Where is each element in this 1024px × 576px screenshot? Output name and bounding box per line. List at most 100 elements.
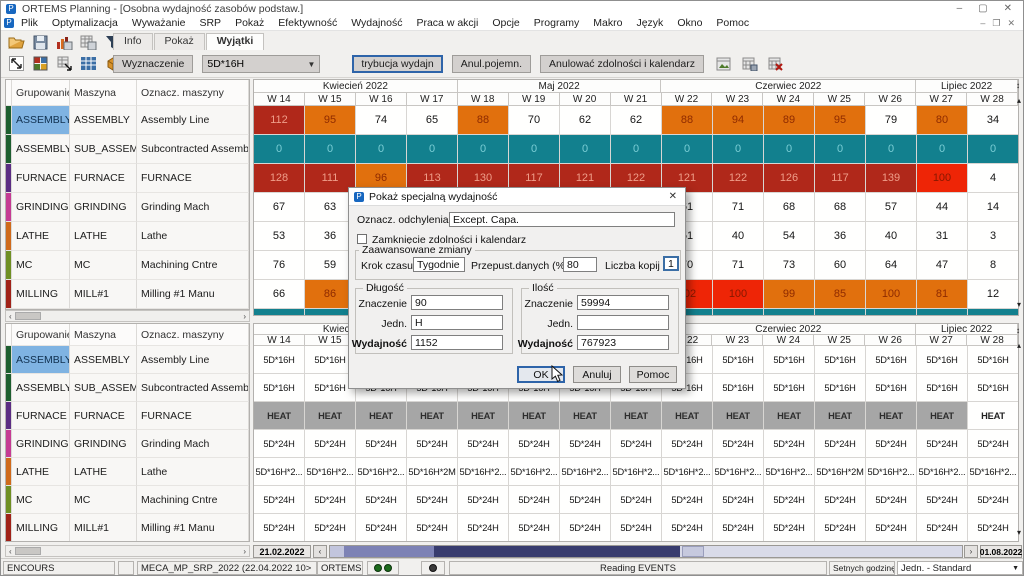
- capacity-cell[interactable]: 112: [254, 106, 305, 135]
- capacity-cell[interactable]: 0: [458, 135, 509, 164]
- calendar-cell[interactable]: 5D*16H*2...: [866, 458, 917, 486]
- mdi-restore-button[interactable]: ❐: [992, 18, 1000, 29]
- week-header[interactable]: W 19: [509, 93, 560, 106]
- machine-label-cell[interactable]: Lathe: [137, 458, 249, 486]
- anulowac-button[interactable]: Anulować zdolności i kalendarz: [540, 55, 704, 73]
- machine-label-cell[interactable]: Lathe: [137, 222, 249, 251]
- menu-item-opcje[interactable]: Opcje: [485, 17, 526, 29]
- calendar-cell[interactable]: HEAT: [254, 402, 305, 430]
- machine-label-cell[interactable]: Subcontracted Assembly: [137, 374, 249, 402]
- group-cell[interactable]: MILLING: [12, 514, 70, 542]
- week-header[interactable]: W 24: [763, 335, 814, 346]
- capacity-cell[interactable]: 71: [713, 193, 764, 222]
- machine-cell[interactable]: MC: [70, 251, 137, 280]
- menu-item-praca-w-akcji[interactable]: Praca w akcji: [409, 17, 485, 29]
- capacity-cell[interactable]: [866, 309, 917, 316]
- calendar-cell[interactable]: HEAT: [968, 402, 1019, 430]
- calendar-cell[interactable]: 5D*16H*2...: [560, 458, 611, 486]
- week-header[interactable]: W 22: [662, 93, 713, 106]
- capacity-cell[interactable]: 3: [968, 222, 1019, 251]
- capacity-cell[interactable]: 100: [917, 164, 968, 193]
- group-cell[interactable]: GRINDING: [12, 193, 70, 222]
- scroll-left-icon[interactable]: ‹: [6, 312, 15, 321]
- calendar-cell[interactable]: 5D*24H: [917, 486, 968, 514]
- capacity-cell[interactable]: 8: [968, 251, 1019, 280]
- calendar-delete-icon[interactable]: [767, 55, 786, 73]
- week-header[interactable]: W 24: [763, 93, 814, 106]
- vscroll-top-down-icon[interactable]: ▾: [1017, 301, 1021, 309]
- capacity-cell[interactable]: 81: [917, 280, 968, 309]
- capacity-cell[interactable]: 0: [254, 135, 305, 164]
- capacity-cell[interactable]: 139: [866, 164, 917, 193]
- save-icon[interactable]: [31, 33, 50, 51]
- calendar-cell[interactable]: 5D*16H*2...: [611, 458, 662, 486]
- menu-item-efektywno-[interactable]: Efektywność: [271, 17, 344, 29]
- calendar-cell[interactable]: 5D*24H: [713, 514, 764, 542]
- capacity-cell[interactable]: 62: [560, 106, 611, 135]
- machine-label-cell[interactable]: Grinding Mach: [137, 193, 249, 222]
- menu-item-okno[interactable]: Okno: [670, 17, 709, 29]
- capacity-cell[interactable]: 80: [917, 106, 968, 135]
- vscroll-top-updown-icon[interactable]: ↕: [1016, 82, 1020, 90]
- calendar-cell[interactable]: 5D*16H: [713, 346, 764, 374]
- week-header[interactable]: W 21: [611, 93, 662, 106]
- calendar-cell[interactable]: 5D*24H: [560, 486, 611, 514]
- calendar-cell[interactable]: 5D*24H: [305, 430, 356, 458]
- machine-cell[interactable]: FURNACE: [70, 164, 137, 193]
- capacity-cell[interactable]: 0: [560, 135, 611, 164]
- krok-combo[interactable]: [413, 257, 465, 272]
- calendar-cell[interactable]: 5D*24H: [917, 430, 968, 458]
- column-header[interactable]: Maszyna: [70, 324, 137, 346]
- week-header[interactable]: W 27: [916, 335, 967, 346]
- calendar-cell[interactable]: 5D*24H: [560, 430, 611, 458]
- timeline-left-button[interactable]: ‹: [313, 545, 327, 558]
- capacity-cell[interactable]: 34: [968, 106, 1019, 135]
- capacity-cell[interactable]: 76: [254, 251, 305, 280]
- capacity-cell[interactable]: 64: [866, 251, 917, 280]
- capacity-cell[interactable]: [917, 309, 968, 316]
- calendar-cell[interactable]: 5D*16H: [917, 346, 968, 374]
- capacity-cell[interactable]: 94: [713, 106, 764, 135]
- capacity-cell[interactable]: 73: [764, 251, 815, 280]
- calendar-cell[interactable]: 5D*24H: [764, 430, 815, 458]
- week-header[interactable]: W 26: [865, 93, 916, 106]
- calendar-cell[interactable]: 5D*16H: [764, 346, 815, 374]
- calendar-cell[interactable]: 5D*24H: [458, 514, 509, 542]
- machine-label-cell[interactable]: Grinding Mach: [137, 430, 249, 458]
- vscroll-top-up-icon[interactable]: ▴: [1017, 97, 1021, 105]
- machine-label-cell[interactable]: FURNACE: [137, 164, 249, 193]
- machine-cell[interactable]: FURNACE: [70, 402, 137, 430]
- calendar-cell[interactable]: 5D*24H: [305, 514, 356, 542]
- calendar-cell[interactable]: 5D*16H*2...: [254, 458, 305, 486]
- menu-item-pomoc[interactable]: Pomoc: [709, 17, 756, 29]
- menu-item-j-zyk[interactable]: Język: [629, 17, 670, 29]
- calendar-cell[interactable]: 5D*24H: [764, 514, 815, 542]
- calendar-cell[interactable]: 5D*16H: [254, 374, 305, 402]
- calendar-cell[interactable]: HEAT: [662, 402, 713, 430]
- calendar-cell[interactable]: HEAT: [815, 402, 866, 430]
- calendar-cell[interactable]: 5D*16H*2...: [356, 458, 407, 486]
- calendar-cell[interactable]: 5D*24H: [662, 514, 713, 542]
- capacity-cell[interactable]: 0: [356, 135, 407, 164]
- close-button[interactable]: ✕: [1004, 3, 1012, 14]
- scrollbar-thumb[interactable]: [15, 547, 41, 555]
- machine-cell[interactable]: MC: [70, 486, 137, 514]
- capacity-cell[interactable]: 53: [254, 222, 305, 251]
- capacity-cell[interactable]: 0: [407, 135, 458, 164]
- group-cell[interactable]: FURNACE: [12, 402, 70, 430]
- group-cell[interactable]: LATHE: [12, 458, 70, 486]
- machine-cell[interactable]: SUB_ASSEMB: [70, 135, 137, 164]
- scroll-right-icon[interactable]: ›: [240, 312, 249, 321]
- calendar-cell[interactable]: 5D*16H: [866, 374, 917, 402]
- machine-label-cell[interactable]: Machining Cntre: [137, 251, 249, 280]
- calendar-cell[interactable]: HEAT: [458, 402, 509, 430]
- calendar-cell[interactable]: 5D*16H: [815, 374, 866, 402]
- capacity-cell[interactable]: 100: [866, 280, 917, 309]
- column-header[interactable]: Oznacz. maszyny: [137, 324, 249, 346]
- machine-cell[interactable]: LATHE: [70, 458, 137, 486]
- calendar-cell[interactable]: 5D*24H: [815, 430, 866, 458]
- calendar-cell[interactable]: 5D*16H*2...: [968, 458, 1019, 486]
- capacity-cell[interactable]: 0: [662, 135, 713, 164]
- scroll-right-icon[interactable]: ›: [240, 547, 249, 556]
- capacity-cell[interactable]: 88: [662, 106, 713, 135]
